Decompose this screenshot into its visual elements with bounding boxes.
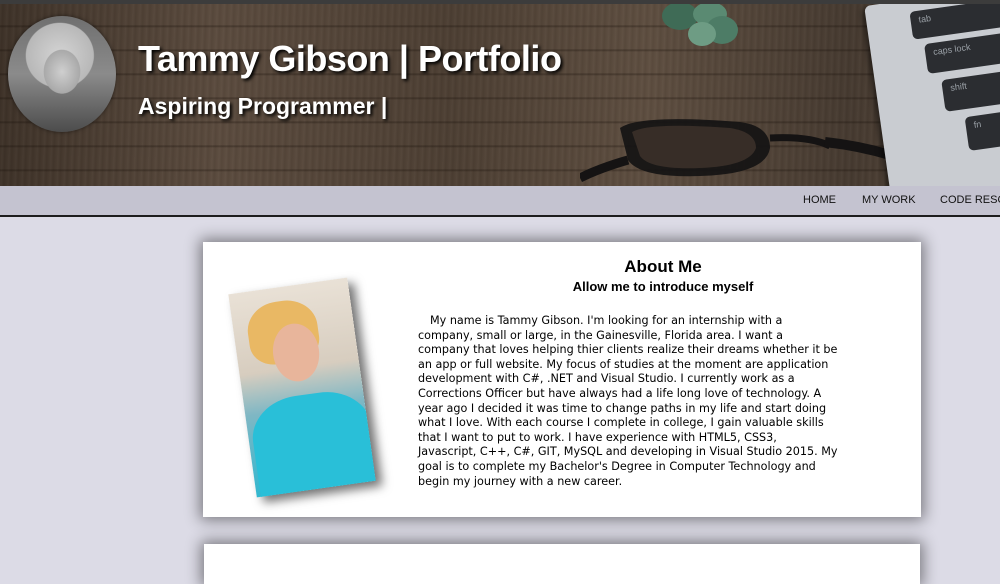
nav-item-my-work[interactable]: MY WORK bbox=[862, 194, 916, 206]
profile-avatar bbox=[8, 16, 116, 132]
glasses-decoration bbox=[580, 119, 925, 183]
photo-shirt bbox=[247, 386, 376, 498]
about-me-heading: About Me bbox=[624, 257, 702, 276]
about-me-card: About Me Allow me to introduce myself My… bbox=[203, 242, 921, 517]
site-subtitle: Aspiring Programmer | bbox=[138, 93, 388, 119]
site-title: Tammy Gibson | Portfolio bbox=[138, 38, 562, 79]
next-section-card bbox=[204, 544, 920, 584]
tab-key: tab bbox=[909, 4, 1000, 40]
nav-item-code-resources[interactable]: CODE RESOU bbox=[940, 194, 1000, 206]
profile-photo bbox=[228, 277, 376, 498]
about-me-subheading: Allow me to introduce myself bbox=[572, 279, 754, 294]
shift-key: shift bbox=[941, 64, 1000, 112]
fn-key: fn bbox=[964, 108, 1000, 151]
header-banner: tab caps lock shift fn Tammy Gibson | Po… bbox=[0, 4, 1000, 186]
about-me-bio: My name is Tammy Gibson. I'm looking for… bbox=[418, 314, 838, 488]
plant-decoration bbox=[662, 4, 738, 46]
main-navigation: HOME MY WORK CODE RESOU bbox=[0, 186, 1000, 217]
nav-item-home[interactable]: HOME bbox=[803, 194, 836, 206]
